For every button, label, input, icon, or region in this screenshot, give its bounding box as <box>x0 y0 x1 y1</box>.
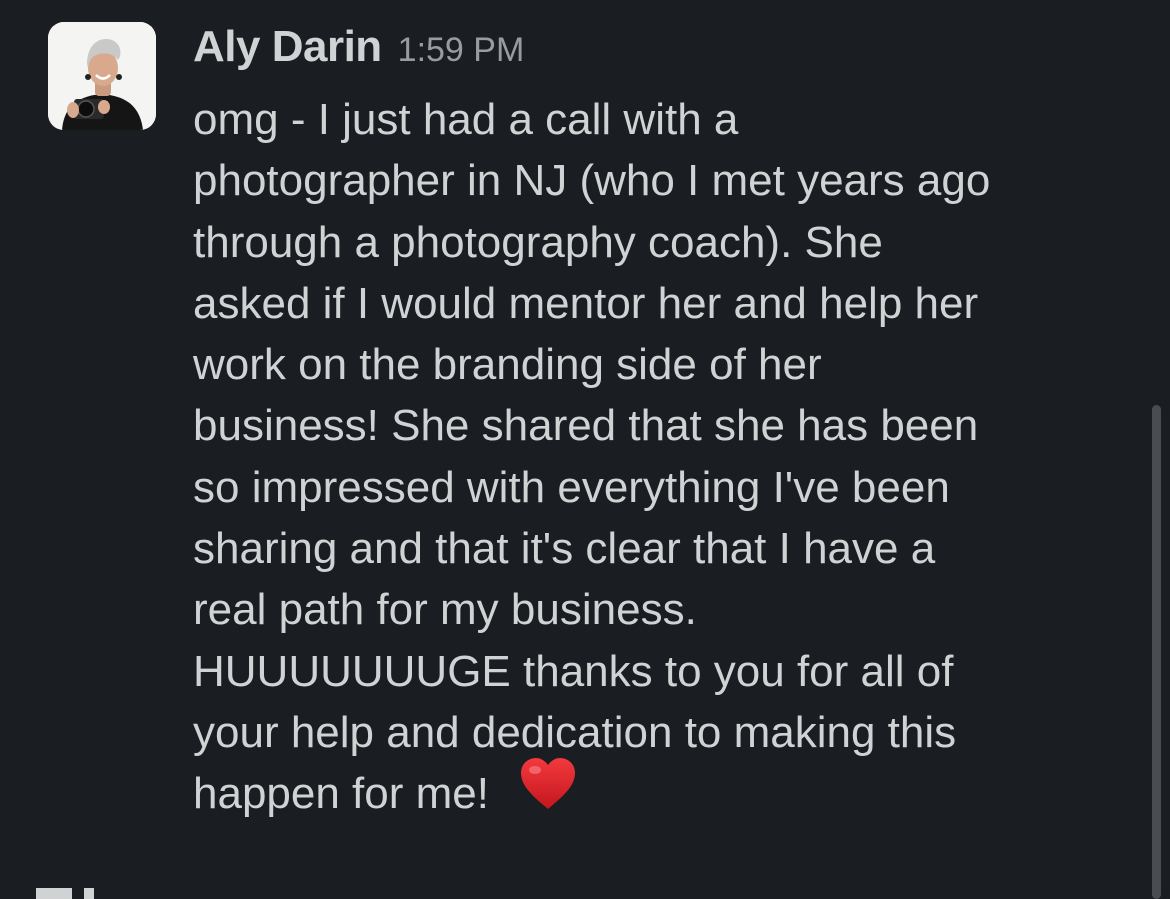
message-line: sharing and that it's clear that I have … <box>193 524 936 574</box>
message-line: work on the branding side of her <box>193 340 822 390</box>
red-heart-icon <box>519 757 577 827</box>
timestamp[interactable]: 1:59 PM <box>398 31 525 70</box>
message-line: so impressed with everything I've been <box>193 462 950 512</box>
message-line: omg - I just had a call with a <box>193 95 739 144</box>
message-line-text: happen for me! <box>193 769 489 819</box>
message-line: asked if I would mentor her and help her <box>193 278 979 328</box>
avatar-photo <box>48 22 156 130</box>
message-line-last: happen for me! <box>193 758 1143 824</box>
message-line: your help and dedication to making this <box>193 707 957 757</box>
message-header: Aly Darin 1:59 PM <box>193 22 524 82</box>
message-line: photographer in NJ (who I met years ago <box>193 156 991 206</box>
scrollbar[interactable] <box>1152 405 1161 899</box>
message-line: business! She shared that she has been <box>193 401 979 451</box>
message-body: omg - I just had a call with a photograp… <box>193 89 1143 825</box>
message-line: real path for my business. <box>193 585 697 635</box>
avatar[interactable] <box>48 22 156 130</box>
next-message-preview <box>36 888 112 899</box>
message-line: HUUUUUUUGE thanks to you for all of <box>193 646 954 696</box>
sender-name[interactable]: Aly Darin <box>193 22 382 72</box>
message: Aly Darin 1:59 PM omg - I just had a cal… <box>0 0 1170 899</box>
message-line: through a photography coach). She <box>193 217 883 267</box>
